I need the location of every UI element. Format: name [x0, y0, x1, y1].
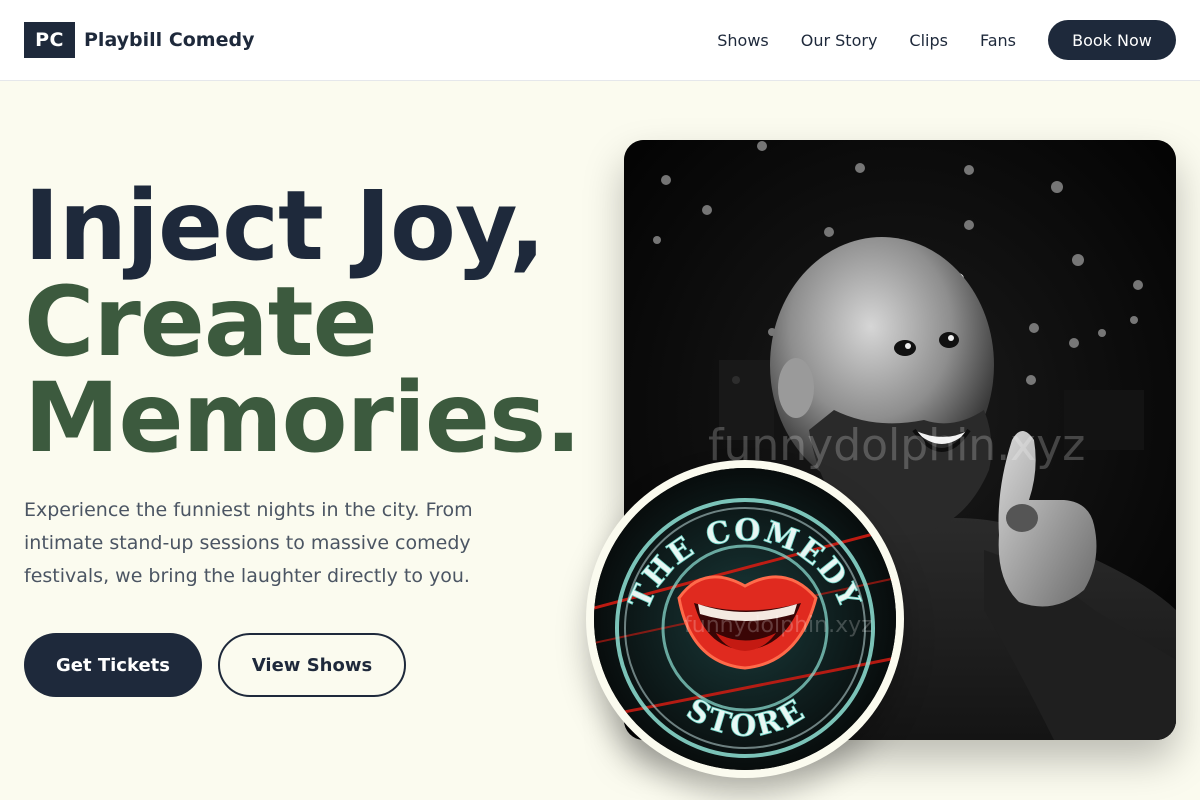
book-now-button[interactable]: Book Now [1048, 20, 1176, 60]
headline-line-3: Memories. [24, 362, 582, 474]
nav-link-our-story[interactable]: Our Story [801, 31, 878, 50]
get-tickets-button[interactable]: Get Tickets [24, 633, 202, 697]
badge-watermark: funnydolphin.xyz [684, 613, 873, 638]
headline-line-2: Create [24, 266, 378, 378]
headline-line-1: Inject Joy, [24, 170, 546, 282]
view-shows-button[interactable]: View Shows [218, 633, 406, 697]
nav-link-fans[interactable]: Fans [980, 31, 1016, 50]
nav-link-clips[interactable]: Clips [909, 31, 948, 50]
site-header: PC Playbill Comedy Shows Our Story Clips… [0, 0, 1200, 81]
neon-sign-badge: THE COMEDY STORE funnydolphin.xyz [586, 460, 904, 778]
logo-mark: PC [24, 22, 75, 58]
hero-headline: Inject Joy, Create Memories. [24, 170, 582, 474]
main-nav: Shows Our Story Clips Fans Book Now [717, 20, 1176, 60]
brand-name: Playbill Comedy [84, 29, 255, 51]
brand-logo[interactable]: PC Playbill Comedy [24, 22, 254, 58]
nav-link-shows[interactable]: Shows [717, 31, 769, 50]
hero-subtext: Experience the funniest nights in the ci… [24, 499, 473, 587]
neon-sign-image: THE COMEDY STORE funnydolphin.xyz [594, 468, 896, 770]
